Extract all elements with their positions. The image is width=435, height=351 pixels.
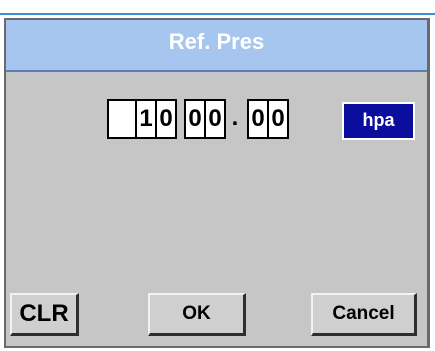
ref-pressure-dialog: Ref. Pres 1 0 0 0 . 0 0 hpa CLR OK Cance… [4, 18, 430, 348]
digit-cell[interactable]: 0 [184, 99, 206, 139]
decimal-point: . [231, 104, 239, 131]
digit-cell[interactable]: 0 [155, 99, 177, 139]
cropped-header-text [8, 0, 16, 13]
digit-cell-blank[interactable] [107, 99, 137, 139]
dialog-title: Ref. Pres [168, 29, 265, 54]
device-display: Ref. Pres 1 0 0 0 . 0 0 hpa CLR OK Cance… [0, 0, 435, 351]
cancel-button[interactable]: Cancel [311, 293, 417, 336]
header-separator [0, 13, 435, 15]
unit-selector[interactable]: hpa [342, 102, 415, 140]
clr-button[interactable]: CLR [10, 293, 79, 336]
cropped-header-remnant [0, 0, 435, 16]
digit-cell[interactable]: 0 [204, 99, 226, 139]
digit-cell[interactable]: 0 [267, 99, 289, 139]
digit-cell[interactable]: 1 [135, 99, 157, 139]
dialog-title-bar: Ref. Pres [6, 20, 427, 72]
digit-cell[interactable]: 0 [247, 99, 269, 139]
ok-button[interactable]: OK [148, 293, 246, 336]
